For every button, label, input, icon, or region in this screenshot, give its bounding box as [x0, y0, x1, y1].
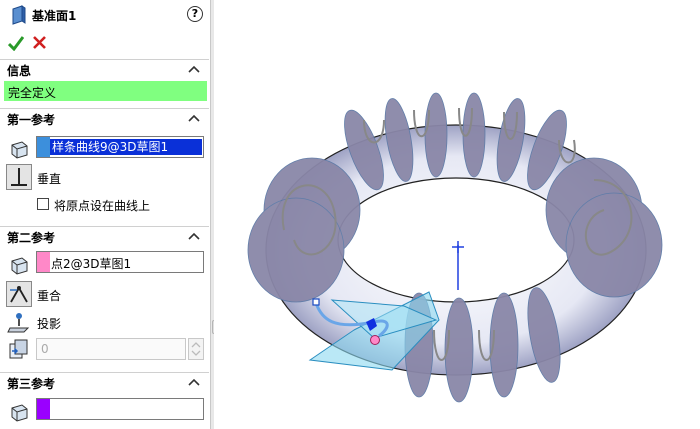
chevron-up-icon[interactable] [188, 231, 200, 241]
pattern-count-icon [9, 339, 28, 359]
spline-endpoint-handle[interactable] [312, 298, 320, 306]
property-manager-panel: 基准面1 ? 信息 完全定义 第一参考 样条曲线9@3D草图1 垂直 将原点设在… [0, 0, 211, 429]
second-ref-selection-box[interactable]: 点2@3D草图1 [36, 251, 204, 273]
project-button[interactable] [6, 309, 32, 335]
coincident-button[interactable] [6, 281, 32, 307]
third-ref-color-swatch [37, 399, 50, 419]
panel-title-row: 基准面1 ? [0, 0, 211, 30]
second-ref-color-swatch [37, 252, 50, 272]
graphics-viewport[interactable] [214, 0, 700, 429]
pattern-count-input[interactable]: 0 [36, 338, 186, 360]
perpendicular-label: 垂直 [37, 172, 62, 186]
chevron-up-icon[interactable] [188, 377, 200, 387]
third-ref-selection-box[interactable] [36, 398, 204, 420]
cube-selection-icon [11, 257, 28, 275]
cancel-x-icon[interactable] [32, 35, 47, 50]
plane-feature-icon [12, 5, 26, 25]
help-icon[interactable]: ? [187, 6, 203, 22]
chevron-up-icon[interactable] [188, 113, 200, 123]
origin-on-curve-checkbox[interactable] [37, 198, 49, 210]
project-label: 投影 [37, 317, 62, 331]
coincident-icon [10, 286, 28, 303]
second-ref-selection-text: 点2@3D草图1 [51, 257, 132, 271]
section-info-label: 信息 [7, 64, 32, 78]
section-second-ref-label: 第二参考 [7, 231, 56, 245]
chevron-up-icon[interactable] [188, 64, 200, 74]
point-2-marker[interactable] [370, 335, 380, 345]
first-ref-selection-box[interactable]: 样条曲线9@3D草图1 [36, 136, 204, 158]
status-text: 完全定义 [8, 86, 57, 100]
coincident-label: 重合 [37, 289, 62, 303]
pattern-count-value: 0 [41, 342, 49, 356]
section-info-header[interactable]: 信息 [0, 59, 209, 79]
torus-hole [337, 177, 575, 303]
cube-selection-icon [11, 404, 28, 422]
project-icon [7, 313, 30, 333]
spinner-arrows-icon [191, 342, 201, 356]
section-third-ref-header[interactable]: 第三参考 [0, 372, 209, 392]
cube-selection-icon [11, 141, 28, 159]
status-bar: 完全定义 [4, 81, 207, 101]
panel-title: 基准面1 [32, 9, 77, 23]
section-first-ref-label: 第一参考 [7, 113, 56, 127]
first-ref-color-swatch [37, 137, 50, 157]
torus-coil-model[interactable] [214, 0, 700, 429]
section-second-ref-header[interactable]: 第二参考 [0, 226, 209, 246]
pattern-count-icon-button [6, 336, 32, 362]
origin-on-curve-label: 将原点设在曲线上 [54, 199, 151, 213]
perpendicular-button[interactable] [6, 164, 32, 190]
ok-check-icon[interactable] [8, 35, 24, 51]
count-spinner[interactable] [188, 338, 204, 360]
section-third-ref-label: 第三参考 [7, 377, 56, 391]
perpendicular-icon [11, 168, 27, 186]
first-ref-selection-text: 样条曲线9@3D草图1 [50, 139, 202, 155]
section-first-ref-header[interactable]: 第一参考 [0, 108, 209, 128]
